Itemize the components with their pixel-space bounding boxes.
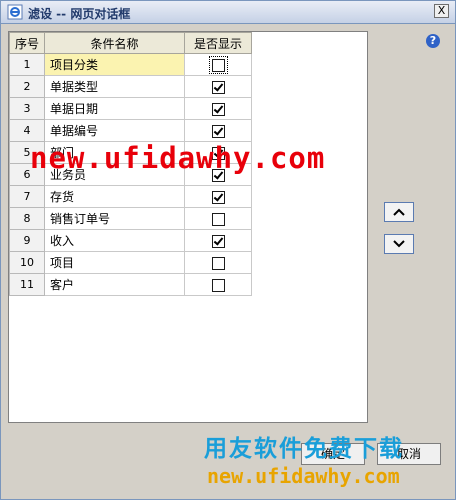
- move-up-button[interactable]: [384, 202, 414, 222]
- show-checkbox[interactable]: [211, 124, 225, 138]
- row-condition-name[interactable]: 项目分类: [44, 53, 185, 76]
- table-row[interactable]: 10 项目: [9, 251, 252, 274]
- row-seq: 11: [9, 273, 45, 296]
- table-row[interactable]: 7 存货: [9, 185, 252, 208]
- table-row[interactable]: 8 销售订单号: [9, 207, 252, 230]
- chevron-up-icon: [393, 208, 405, 216]
- show-checkbox[interactable]: [211, 234, 225, 248]
- ie-page-icon: [7, 4, 23, 20]
- row-show-cell: [184, 53, 252, 76]
- show-checkbox[interactable]: [211, 212, 225, 226]
- close-button[interactable]: X: [434, 4, 449, 18]
- column-header-name: 条件名称: [44, 32, 185, 54]
- move-down-button[interactable]: [384, 234, 414, 254]
- title-bar: 滤设 -- 网页对话框 X: [1, 1, 455, 24]
- row-condition-name[interactable]: 客户: [44, 273, 185, 296]
- column-header-seq: 序号: [9, 32, 45, 54]
- window-title: 滤设 -- 网页对话框: [28, 7, 131, 21]
- row-seq: 2: [9, 75, 45, 98]
- row-condition-name[interactable]: 存货: [44, 185, 185, 208]
- show-checkbox[interactable]: [211, 190, 225, 204]
- row-condition-name[interactable]: 项目: [44, 251, 185, 274]
- row-condition-name[interactable]: 单据日期: [44, 97, 185, 120]
- help-icon[interactable]: ?: [426, 34, 440, 48]
- table-row[interactable]: 11 客户: [9, 273, 252, 296]
- row-show-cell: [184, 273, 252, 296]
- row-seq: 10: [9, 251, 45, 274]
- row-show-cell: [184, 229, 252, 252]
- column-header-show: 是否显示: [184, 32, 252, 54]
- show-checkbox[interactable]: [211, 278, 225, 292]
- row-seq: 8: [9, 207, 45, 230]
- watermark-url-bottom: new.ufidawhy.com: [207, 464, 400, 488]
- row-show-cell: [184, 251, 252, 274]
- show-checkbox[interactable]: [211, 58, 225, 72]
- row-condition-name[interactable]: 收入: [44, 229, 185, 252]
- row-condition-name[interactable]: 单据编号: [44, 119, 185, 142]
- row-condition-name[interactable]: 单据类型: [44, 75, 185, 98]
- show-checkbox[interactable]: [211, 256, 225, 270]
- row-show-cell: [184, 185, 252, 208]
- row-seq: 9: [9, 229, 45, 252]
- table-row[interactable]: 3 单据日期: [9, 97, 252, 120]
- table-row[interactable]: 2 单据类型: [9, 75, 252, 98]
- row-show-cell: [184, 97, 252, 120]
- dialog-window: 滤设 -- 网页对话框 X ? 序号 条件名称 是否显示 1 项目分类 2 单据类型 3…: [0, 0, 456, 500]
- row-show-cell: [184, 119, 252, 142]
- show-checkbox[interactable]: [211, 80, 225, 94]
- row-condition-name[interactable]: 销售订单号: [44, 207, 185, 230]
- row-show-cell: [184, 207, 252, 230]
- row-seq: 7: [9, 185, 45, 208]
- watermark-slogan: 用友软件免费下载: [204, 436, 404, 462]
- row-seq: 3: [9, 97, 45, 120]
- watermark-url: new.ufidawhy.com: [30, 141, 326, 175]
- focus-outline: [208, 55, 228, 74]
- table-row[interactable]: 4 单据编号: [9, 119, 252, 142]
- chevron-down-icon: [393, 240, 405, 248]
- show-checkbox[interactable]: [211, 102, 225, 116]
- row-seq: 1: [9, 53, 45, 76]
- table-row[interactable]: 1 项目分类: [9, 53, 252, 76]
- condition-list: 序号 条件名称 是否显示 1 项目分类 2 单据类型 3 单据日期 4 单据编号 5 部门 6 业务员…: [8, 31, 368, 423]
- table-row[interactable]: 9 收入: [9, 229, 252, 252]
- row-show-cell: [184, 75, 252, 98]
- row-seq: 4: [9, 119, 45, 142]
